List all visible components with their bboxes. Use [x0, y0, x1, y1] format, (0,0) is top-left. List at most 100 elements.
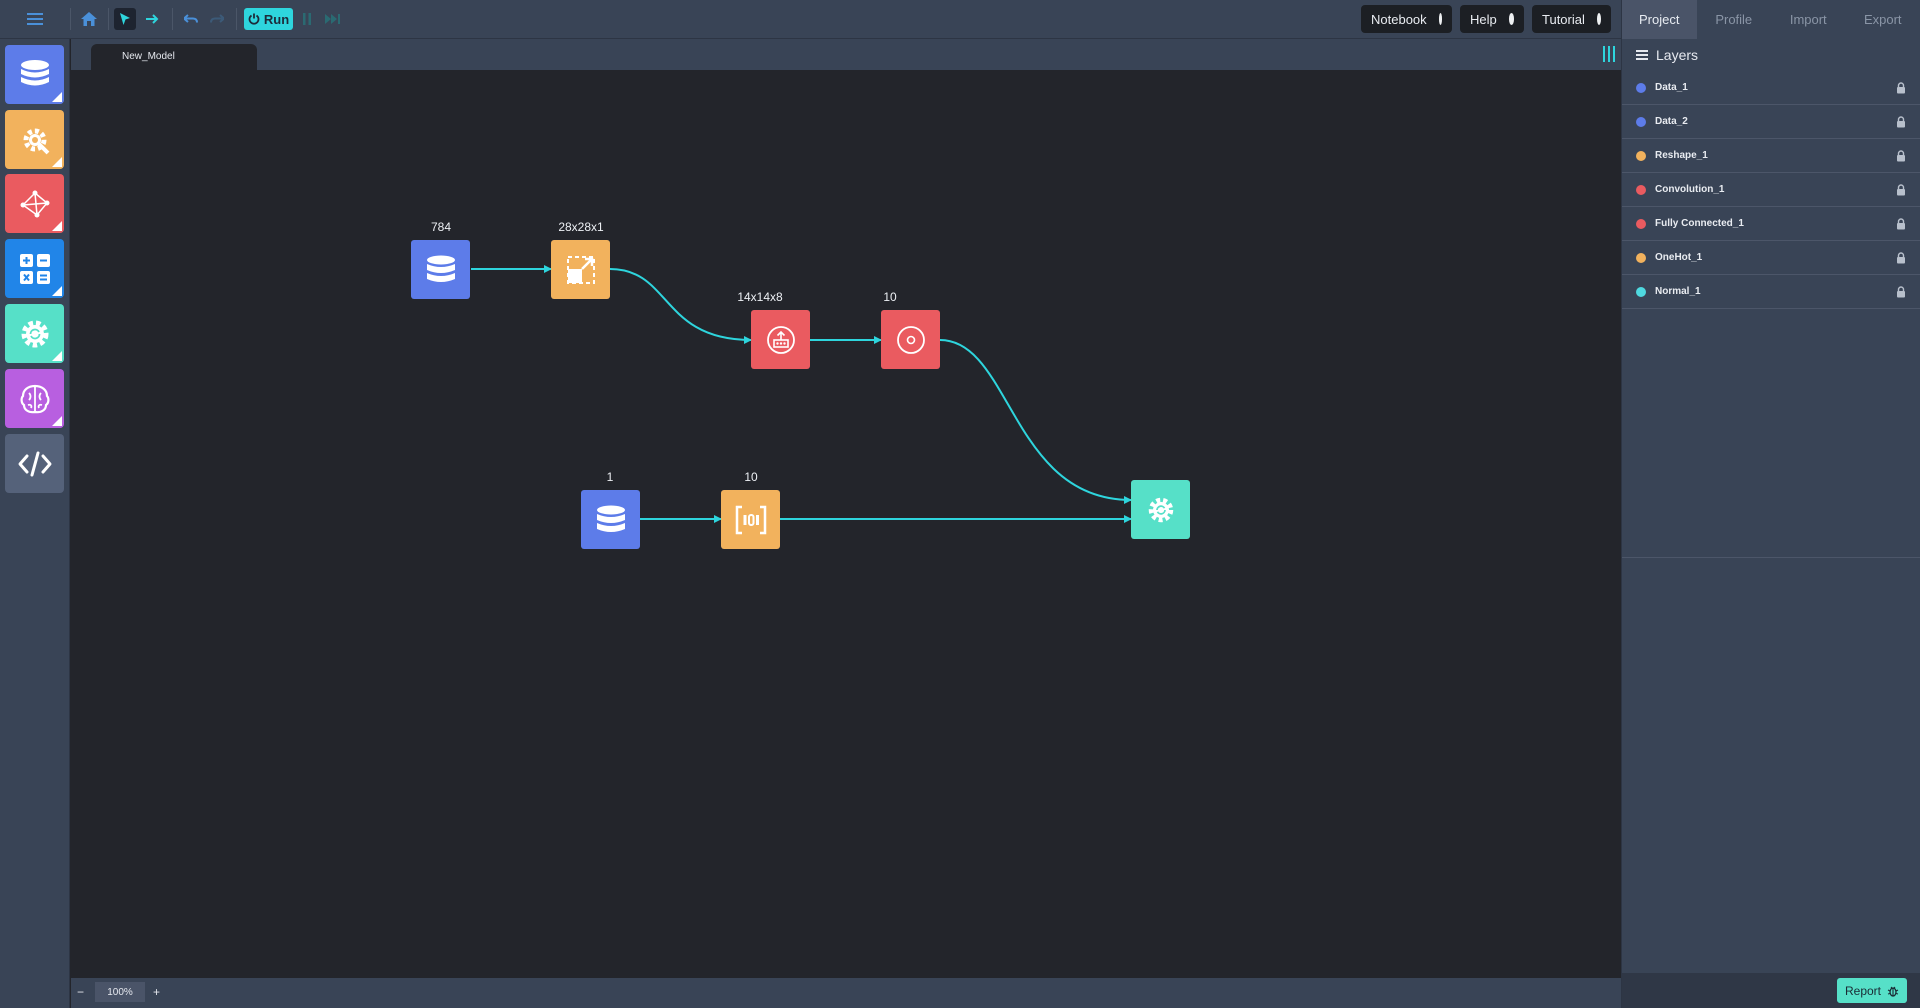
notebook-toggle-switch[interactable]: [1438, 13, 1442, 25]
lock-icon[interactable]: [1896, 184, 1906, 196]
database-icon: [596, 505, 625, 532]
node-label-conv: 14x14x8: [737, 290, 783, 304]
tab-project[interactable]: Project: [1622, 0, 1697, 39]
run-button-label: Run: [263, 11, 290, 27]
model-tab[interactable]: New_Model: [91, 44, 257, 70]
ai-tool-button[interactable]: [5, 369, 64, 428]
node-reshape-1[interactable]: [551, 240, 610, 299]
redo-button[interactable]: [206, 8, 228, 30]
redo-icon: [210, 14, 224, 23]
layer-name: OneHot_1: [1655, 252, 1703, 263]
columns-icon: [1603, 46, 1615, 62]
expand-corner: [52, 416, 62, 426]
notebook-toggle[interactable]: Notebook: [1361, 5, 1452, 33]
tutorial-toggle-switch[interactable]: [1596, 13, 1601, 25]
tab-export[interactable]: Export: [1846, 0, 1920, 39]
network-icon: [20, 190, 49, 217]
lock-icon[interactable]: [1896, 116, 1906, 128]
tab-import[interactable]: Import: [1771, 0, 1846, 39]
zoom-in-button[interactable]: +: [153, 985, 160, 999]
project-panel: Project Profile Import Export Layers Dat…: [1621, 0, 1920, 1008]
layer-row[interactable]: Data_1: [1622, 71, 1920, 105]
home-button[interactable]: [78, 8, 100, 30]
panel-footer: Report: [1622, 973, 1920, 1008]
node-data-2[interactable]: [581, 490, 640, 549]
connect-tool-button[interactable]: [142, 8, 164, 30]
gear-wrench-icon: [23, 128, 49, 154]
hamburger-icon: [27, 13, 43, 25]
toggle-panel-button[interactable]: [1603, 46, 1615, 67]
calculator-icon: [19, 253, 50, 284]
training-tool-button[interactable]: [5, 304, 64, 363]
deep-learning-tool-button[interactable]: [5, 174, 64, 233]
pause-button[interactable]: [297, 8, 317, 30]
tab-profile[interactable]: Profile: [1697, 0, 1772, 39]
node-fully-connected-1[interactable]: [881, 310, 940, 369]
arrow-right-icon: [146, 14, 159, 24]
code-icon: [18, 451, 51, 476]
layers-list: Data_1 Data_2 Reshape_1 Convolution_1 Fully …: [1622, 71, 1920, 309]
processing-tool-button[interactable]: [5, 110, 64, 169]
report-button[interactable]: Report: [1837, 978, 1907, 1003]
node-label-fc: 10: [883, 290, 897, 304]
layer-name: Reshape_1: [1655, 150, 1708, 161]
layer-color-dot: [1636, 116, 1646, 127]
layer-row[interactable]: Fully Connected_1: [1622, 207, 1920, 241]
zoom-out-button[interactable]: −: [77, 985, 84, 999]
layer-row[interactable]: Data_2: [1622, 105, 1920, 139]
code-tool-button[interactable]: [5, 434, 64, 493]
lock-icon[interactable]: [1896, 252, 1906, 264]
report-button-label: Report: [1844, 983, 1882, 998]
convolution-icon: [766, 325, 795, 354]
node-onehot-1[interactable]: [721, 490, 780, 549]
canvas-status-bar: − 100% +: [71, 978, 1621, 1008]
layer-color-dot: [1636, 150, 1646, 161]
toolbar-separator: [108, 8, 109, 30]
hamburger-menu-button[interactable]: [22, 8, 48, 30]
node-convolution-1[interactable]: [751, 310, 810, 369]
node-data-1[interactable]: [411, 240, 470, 299]
database-icon: [426, 255, 455, 282]
layer-color-dot: [1636, 184, 1646, 195]
panel-divider: [1622, 557, 1920, 558]
layer-color-dot: [1636, 218, 1646, 229]
onehot-icon: [735, 505, 766, 534]
power-icon: [248, 13, 260, 25]
help-label: Help: [1470, 11, 1497, 27]
data-tool-button[interactable]: [5, 45, 64, 104]
node-normal-1[interactable]: [1131, 480, 1190, 539]
tutorial-toggle[interactable]: Tutorial: [1532, 5, 1611, 33]
skip-forward-button[interactable]: [322, 8, 344, 30]
lock-icon[interactable]: [1896, 82, 1906, 94]
layer-color-dot: [1636, 286, 1646, 297]
node-label-data2: 1: [606, 470, 614, 484]
gear-refresh-icon: [1148, 497, 1173, 522]
model-tab-label: New_Model: [122, 51, 175, 62]
layer-tool-sidebar: [0, 39, 70, 1008]
help-toggle-switch[interactable]: [1508, 13, 1514, 25]
layer-row[interactable]: OneHot_1: [1622, 241, 1920, 275]
fully-connected-icon: [896, 325, 925, 354]
node-label-data1: 784: [430, 220, 452, 234]
bug-icon: [1887, 986, 1899, 997]
run-button[interactable]: Run: [244, 8, 293, 30]
cursor-arrow-icon: [120, 13, 130, 25]
lock-icon[interactable]: [1896, 286, 1906, 298]
lock-icon[interactable]: [1896, 218, 1906, 230]
layer-row[interactable]: Normal_1: [1622, 275, 1920, 309]
list-icon: [1636, 50, 1648, 60]
layer-row[interactable]: Convolution_1: [1622, 173, 1920, 207]
brain-icon: [20, 384, 49, 413]
layer-row[interactable]: Reshape_1: [1622, 139, 1920, 173]
undo-button[interactable]: [180, 8, 202, 30]
expand-corner: [52, 157, 62, 167]
model-canvas[interactable]: 784 28x28x1 14x14x8 10 1 10: [71, 70, 1621, 978]
pointer-tool-button[interactable]: [114, 8, 136, 30]
lock-icon[interactable]: [1896, 150, 1906, 162]
database-icon: [20, 59, 49, 85]
expand-corner: [52, 286, 62, 296]
app-root: Run Notebook Help Tutorial New_Model 784…: [0, 0, 1920, 1008]
help-toggle[interactable]: Help: [1460, 5, 1524, 33]
panel-tabs: Project Profile Import Export: [1622, 0, 1920, 39]
math-tool-button[interactable]: [5, 239, 64, 298]
